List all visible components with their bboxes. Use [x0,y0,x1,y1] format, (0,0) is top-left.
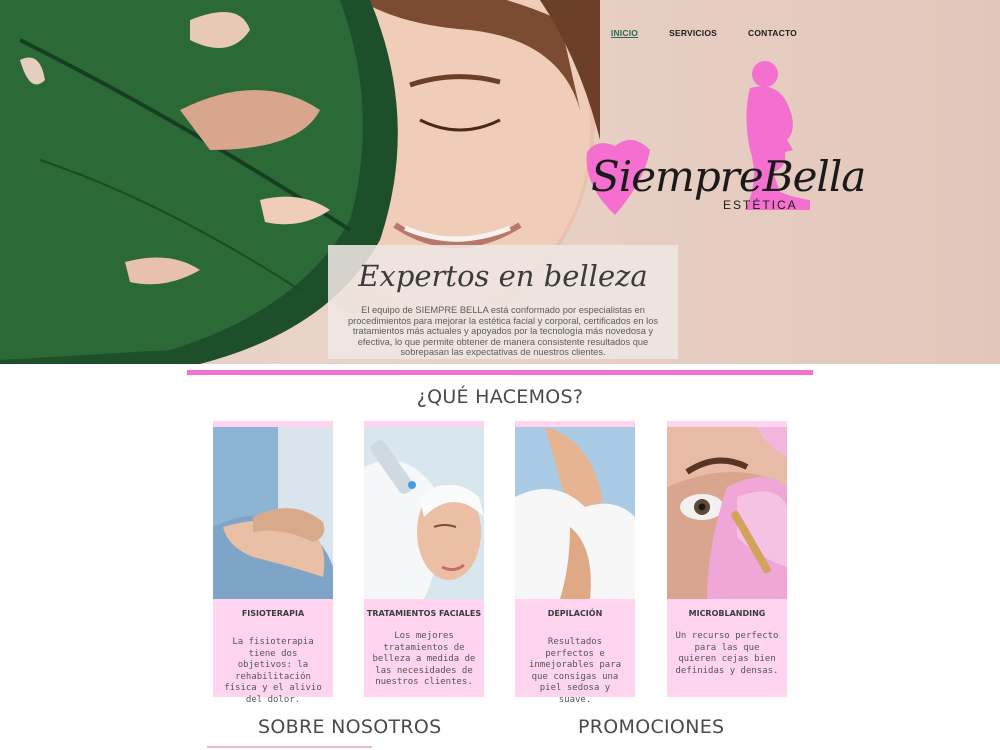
facial-photo [364,427,484,599]
hero-title: Expertos en belleza [358,259,648,293]
nav-contacto[interactable]: CONTACTO [748,28,797,38]
logo-subtitle: ESTÉTICA [723,198,798,212]
service-card-faciales[interactable]: TRATAMIENTOS FACIALES Los mejores tratam… [364,421,484,697]
about-underline [207,746,372,748]
card-description: Un recurso perfecto para las que quieren… [675,631,779,676]
hero-card: Expertos en belleza El equipo de SIEMPRE… [328,245,678,359]
card-title: TRATAMIENTOS FACIALES [366,609,482,618]
service-card-depilacion[interactable]: DEPILACIÓN Resultados perfectos e inmejo… [515,421,635,705]
card-title: FISIOTERAPIA [241,609,305,618]
eyebrow-photo [667,427,787,599]
divider-bar [187,370,813,375]
services-grid: FISIOTERAPIA La fisioterapia tiene dos o… [213,421,787,705]
card-title: MICROBLANDING [688,609,766,618]
promos-heading: PROMOCIONES [578,716,725,738]
card-description: Los mejores tratamientos de belleza a me… [372,631,476,687]
main-nav: INICIO SERVICIOS CONTACTO [611,28,797,38]
services-heading: ¿QUÉ HACEMOS? [416,386,584,408]
card-title: DEPILACIÓN [547,609,603,618]
card-description: La fisioterapia tiene dos objetivos: la … [224,637,322,705]
logo-script: SiempreBella [591,152,866,201]
nav-inicio[interactable]: INICIO [611,28,638,38]
service-card-microblanding[interactable]: MICROBLANDING Un recurso perfecto para l… [667,421,787,697]
waxing-photo [515,427,635,599]
service-card-fisioterapia[interactable]: FISIOTERAPIA La fisioterapia tiene dos o… [213,421,333,705]
hero-banner: INICIO SERVICIOS CONTACTO SiempreBella E… [0,0,1000,364]
card-description: Resultados perfectos e inmejorables para… [528,637,622,705]
nav-servicios[interactable]: SERVICIOS [669,28,717,38]
logo[interactable]: SiempreBella ESTÉTICA [575,60,866,230]
massage-photo [213,427,333,599]
hero-description: El equipo de SIEMPRE BELLA está conforma… [347,305,659,358]
about-heading: SOBRE NOSOTROS [258,716,442,738]
